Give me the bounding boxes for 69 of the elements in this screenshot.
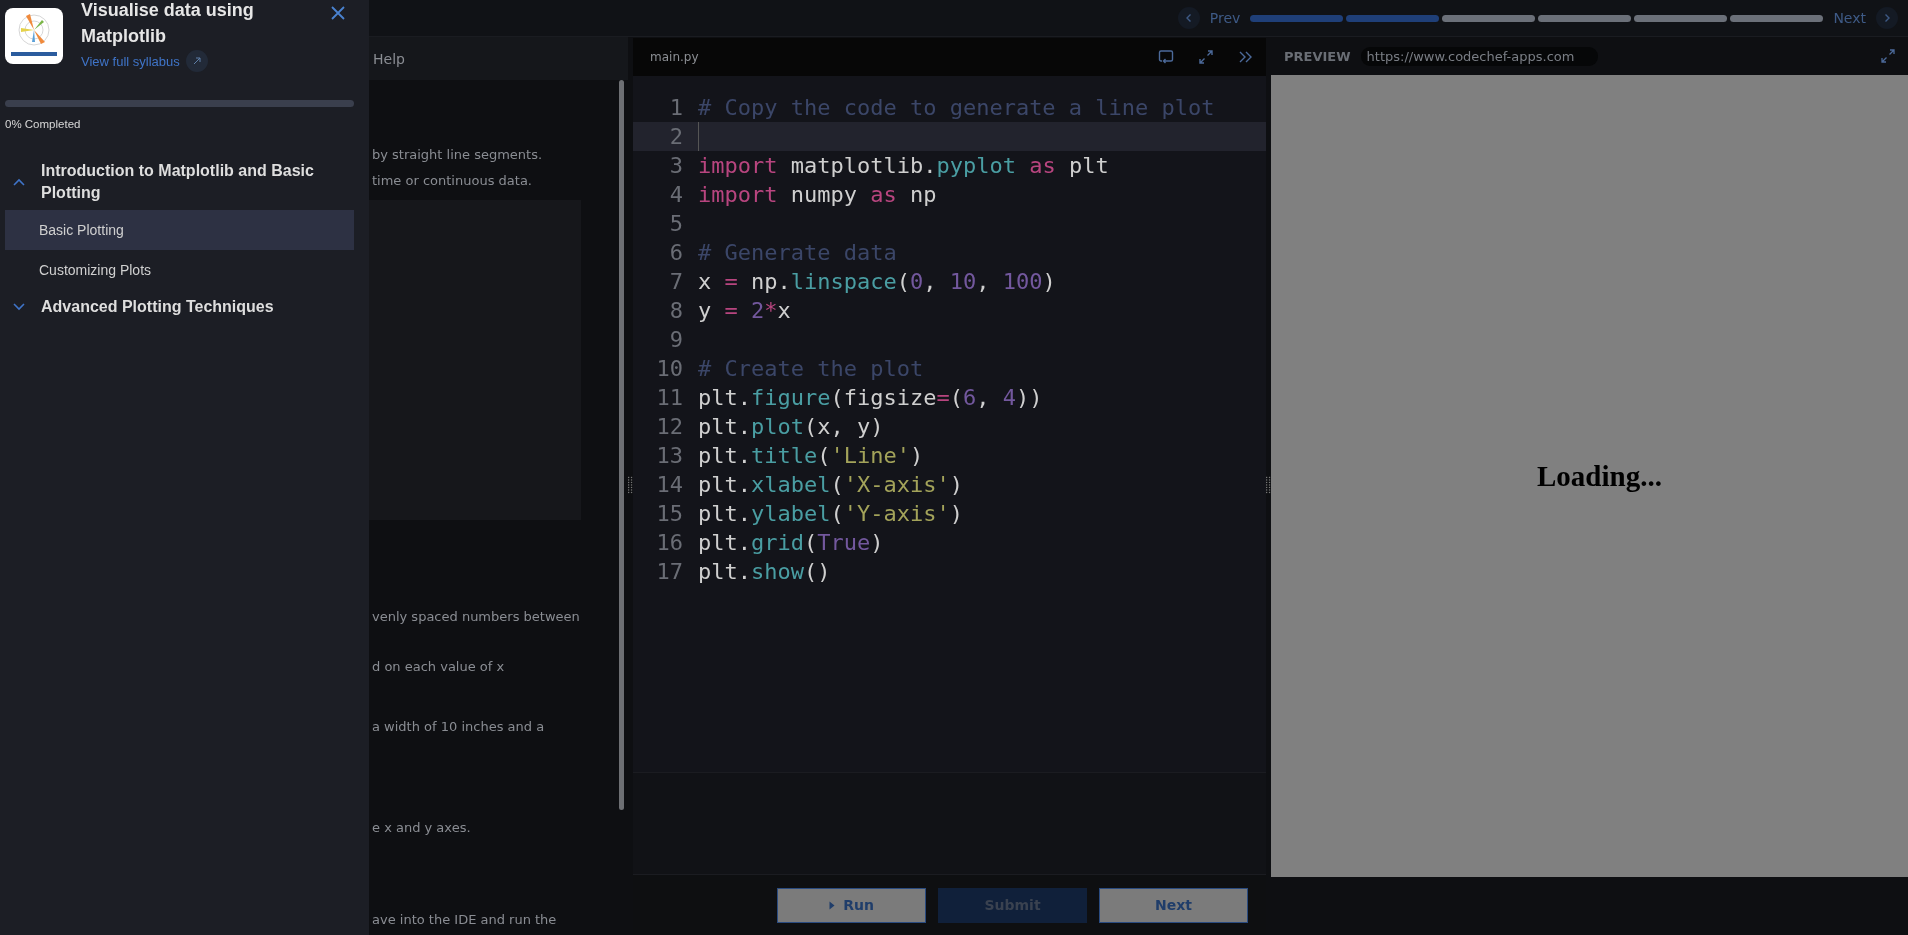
chevron-up-icon — [13, 178, 25, 186]
line-number: 14 — [655, 471, 684, 499]
line-number: 17 — [655, 558, 684, 586]
progress-label: 0% Completed — [5, 118, 82, 130]
url-field[interactable]: https://www.codechef-apps.com — [1360, 46, 1599, 66]
lesson-text: by straight line segments. — [372, 146, 544, 163]
preview-label: PREVIEW — [1284, 48, 1351, 64]
code-line: plt.plot(x, y) — [698, 413, 884, 441]
course-title: Visualise data using Matplotlib — [81, 0, 255, 48]
external-link-icon[interactable] — [185, 50, 208, 72]
code-line: x = np.linspace(0, 10, 100) — [698, 268, 1056, 296]
code-line: # Generate data — [698, 239, 897, 267]
line-number: 1 — [668, 94, 684, 122]
syllabus-link[interactable]: View full syllabus — [81, 53, 180, 69]
expand-icon[interactable] — [1880, 48, 1896, 64]
play-icon — [829, 900, 836, 910]
line-number: 5 — [668, 210, 684, 238]
section-title: Advanced Plotting Techniques — [41, 297, 274, 317]
section-title: Introduction to Matplotlib and Basic Plotting — [41, 161, 315, 203]
lesson-text: ave into the IDE and run the — [372, 911, 558, 928]
lesson-text: time or continuous data. — [372, 172, 533, 189]
code-line: y = 2*x — [698, 297, 791, 325]
line-number: 16 — [655, 529, 684, 557]
section-header[interactable]: Advanced Plotting Techniques — [5, 290, 354, 324]
lesson-text: a width of 10 inches and a — [372, 718, 546, 735]
code-line: plt.title('Line') — [698, 442, 924, 470]
line-number: 13 — [655, 442, 684, 470]
lesson-item[interactable]: Customizing Plots — [5, 250, 354, 290]
line-number: 9 — [668, 326, 684, 354]
double-chevron-icon[interactable] — [1238, 50, 1254, 64]
lesson-text: venly spaced numbers between — [372, 608, 581, 625]
code-line: plt.xlabel('X-axis') — [698, 471, 963, 499]
chart-logo-icon — [5, 8, 63, 64]
line-number: 10 — [655, 355, 684, 383]
code-line: plt.ylabel('Y-axis') — [698, 500, 963, 528]
line-number: 11 — [655, 384, 684, 412]
code-line: import numpy as np — [698, 181, 937, 209]
line-number: 8 — [668, 297, 684, 325]
chevron-down-icon — [13, 303, 25, 311]
run-button[interactable]: Run — [777, 887, 926, 923]
line-number: 12 — [655, 413, 684, 441]
code-line: # Create the plot — [698, 355, 924, 383]
code-line: import matplotlib.pyplot as plt — [698, 152, 1109, 180]
file-tab[interactable]: main.py — [650, 50, 699, 64]
next-link[interactable]: Next — [1833, 10, 1866, 26]
line-number: 15 — [655, 500, 684, 528]
expand-icon[interactable] — [1198, 49, 1214, 65]
line-number: 3 — [668, 152, 684, 180]
text-cursor — [698, 122, 699, 151]
line-number: 2 — [668, 123, 684, 151]
line-number: 4 — [668, 181, 684, 209]
help-tab[interactable]: Help — [373, 50, 405, 67]
scrollbar[interactable] — [619, 80, 624, 810]
swap-icon[interactable] — [1158, 49, 1174, 65]
next-button[interactable]: Next — [1099, 887, 1248, 923]
code-line: plt.show() — [698, 558, 831, 586]
code-line: plt.grid(True) — [698, 529, 884, 557]
line-number: 6 — [668, 239, 684, 267]
chevron-right-icon — [1882, 13, 1892, 23]
code-line: plt.figure(figsize=(6, 4)) — [698, 384, 1043, 412]
code-line: # Copy the code to generate a line plot — [698, 94, 1215, 122]
prev-link[interactable]: Prev — [1209, 10, 1241, 26]
section-header[interactable]: Introduction to Matplotlib and Basic Plotting — [5, 154, 354, 210]
lesson-text: e x and y axes. — [372, 819, 472, 836]
lesson-item[interactable]: Basic Plotting — [5, 210, 354, 250]
line-number: 7 — [668, 268, 684, 296]
loading-text: Loading... — [1537, 459, 1662, 493]
lesson-text: d on each value of x — [372, 658, 506, 675]
close-icon[interactable] — [330, 5, 346, 21]
